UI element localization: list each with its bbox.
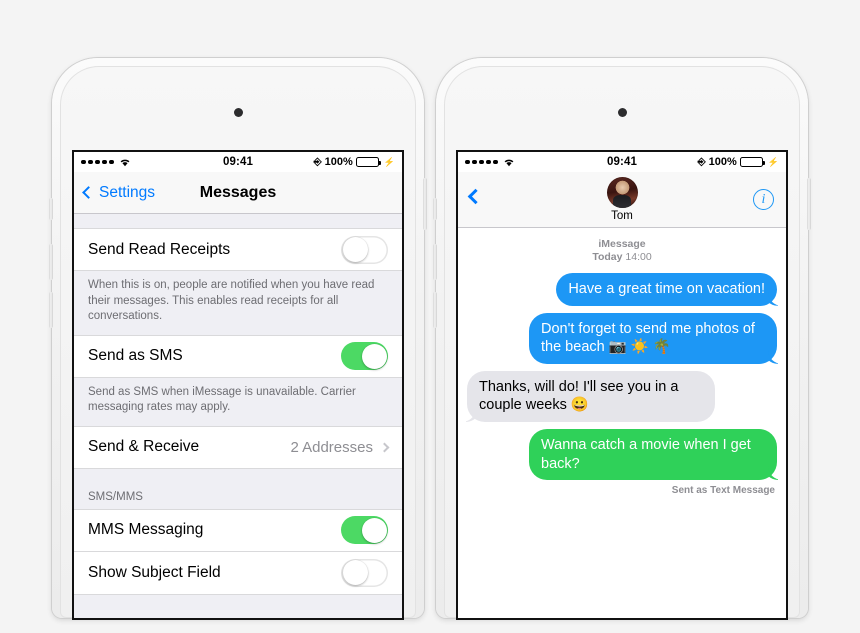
message-thread: iMessage Today 14:00 Have a great time o…	[458, 228, 786, 618]
row-value: 2 Addresses	[290, 438, 373, 456]
wifi-icon	[503, 157, 515, 167]
ring-switch[interactable]	[433, 198, 437, 220]
power-button[interactable]	[423, 178, 427, 230]
messages-screen: 09:41 ⎆ 100% ⚡ Tom i iMessage Today 14:0…	[458, 152, 786, 618]
info-icon[interactable]: i	[753, 189, 774, 210]
message-bubble-outgoing[interactable]: Don't forget to send me photos of the be…	[529, 312, 777, 364]
iphone-device-messages: 09:41 ⎆ 100% ⚡ Tom i iMessage Today 14:0…	[433, 58, 811, 618]
chevron-left-icon	[82, 186, 95, 199]
thread-day: Today	[592, 251, 623, 264]
status-bar: 09:41 ⎆ 100% ⚡	[74, 152, 402, 172]
row-label: Show Subject Field	[88, 563, 221, 581]
back-button-label: Settings	[99, 183, 156, 201]
chevron-left-icon[interactable]	[467, 188, 484, 205]
list-top-gap	[74, 214, 402, 228]
message-bubble-sms[interactable]: Wanna catch a movie when I get back?	[529, 428, 777, 481]
charging-bolt-icon: ⚡	[767, 156, 780, 167]
settings-nav-bar: Settings Messages	[74, 172, 402, 214]
contact-name: Tom	[611, 210, 633, 222]
thread-timestamp: iMessage Today 14:00	[467, 238, 777, 264]
row-label: Send as SMS	[88, 347, 183, 365]
message-bubble-outgoing[interactable]: Have a great time on vacation!	[556, 273, 777, 306]
proximity-sensor-icon	[234, 108, 243, 117]
signal-strength-icon	[465, 159, 498, 165]
row-mms-messaging[interactable]: MMS Messaging	[74, 508, 402, 552]
volume-down-button[interactable]	[433, 292, 437, 328]
battery-icon	[739, 157, 765, 167]
row-send-as-sms[interactable]: Send as SMS	[74, 334, 402, 378]
charging-bolt-icon: ⚡	[383, 156, 396, 167]
message-bubble-incoming[interactable]: Thanks, will do! I'll see you in a coupl…	[467, 370, 715, 422]
wifi-icon	[119, 157, 131, 167]
send-read-receipts-toggle[interactable]	[341, 235, 388, 264]
ring-switch[interactable]	[49, 198, 53, 220]
sent-status-label: Sent as Text Message	[671, 485, 775, 497]
battery-percent: 100%	[708, 156, 737, 168]
status-bar: 09:41 ⎆ 100% ⚡	[458, 152, 786, 172]
contact-avatar[interactable]	[606, 177, 638, 208]
settings-list: Send Read Receipts When this is on, peop…	[74, 214, 402, 618]
volume-up-button[interactable]	[49, 244, 53, 280]
screenshot-stage: 09:41 ⎆ 100% ⚡ Settings Messages Send Re…	[0, 0, 860, 633]
message-row: Don't forget to send me photos of the be…	[467, 312, 777, 364]
row-label: Send & Receive	[88, 438, 200, 456]
send-as-sms-footer: Send as SMS when iMessage is unavailable…	[88, 385, 356, 414]
message-row: Have a great time on vacation!	[467, 273, 777, 306]
mms-messaging-toggle[interactable]	[341, 516, 388, 545]
signal-strength-icon	[81, 159, 114, 165]
contact-header: Tom	[458, 177, 786, 222]
row-send-read-receipts[interactable]: Send Read Receipts	[74, 228, 402, 271]
volume-up-button[interactable]	[433, 244, 437, 280]
message-row: Wanna catch a movie when I get back?	[467, 428, 777, 481]
send-read-receipts-footer: When this is on, people are notified whe…	[88, 279, 375, 323]
rotation-lock-icon: ⎆	[313, 156, 322, 168]
messages-nav-bar: Tom i	[458, 172, 786, 228]
section-header-sms-mms: SMS/MMS	[88, 490, 143, 503]
volume-down-button[interactable]	[49, 292, 53, 328]
iphone-device-settings: 09:41 ⎆ 100% ⚡ Settings Messages Send Re…	[49, 58, 427, 618]
battery-icon	[355, 157, 381, 167]
row-label: Send Read Receipts	[88, 240, 231, 258]
row-send-and-receive[interactable]: Send & Receive 2 Addresses	[74, 425, 402, 469]
power-button[interactable]	[807, 178, 811, 230]
message-row: Thanks, will do! I'll see you in a coupl…	[467, 370, 777, 422]
row-show-subject-field[interactable]: Show Subject Field	[74, 551, 402, 595]
proximity-sensor-icon	[618, 108, 627, 117]
status-bar-time: 09:41	[607, 156, 637, 168]
back-button[interactable]: Settings	[82, 183, 156, 202]
send-as-sms-toggle[interactable]	[341, 342, 388, 371]
battery-percent: 100%	[324, 156, 353, 168]
status-bar-time: 09:41	[223, 156, 253, 168]
rotation-lock-icon: ⎆	[697, 156, 706, 168]
chevron-right-icon	[379, 442, 390, 453]
settings-screen: 09:41 ⎆ 100% ⚡ Settings Messages Send Re…	[74, 152, 402, 618]
row-label: MMS Messaging	[88, 521, 204, 539]
thread-service: iMessage	[598, 238, 646, 250]
thread-time: 14:00	[625, 251, 652, 264]
show-subject-field-toggle[interactable]	[341, 558, 388, 587]
